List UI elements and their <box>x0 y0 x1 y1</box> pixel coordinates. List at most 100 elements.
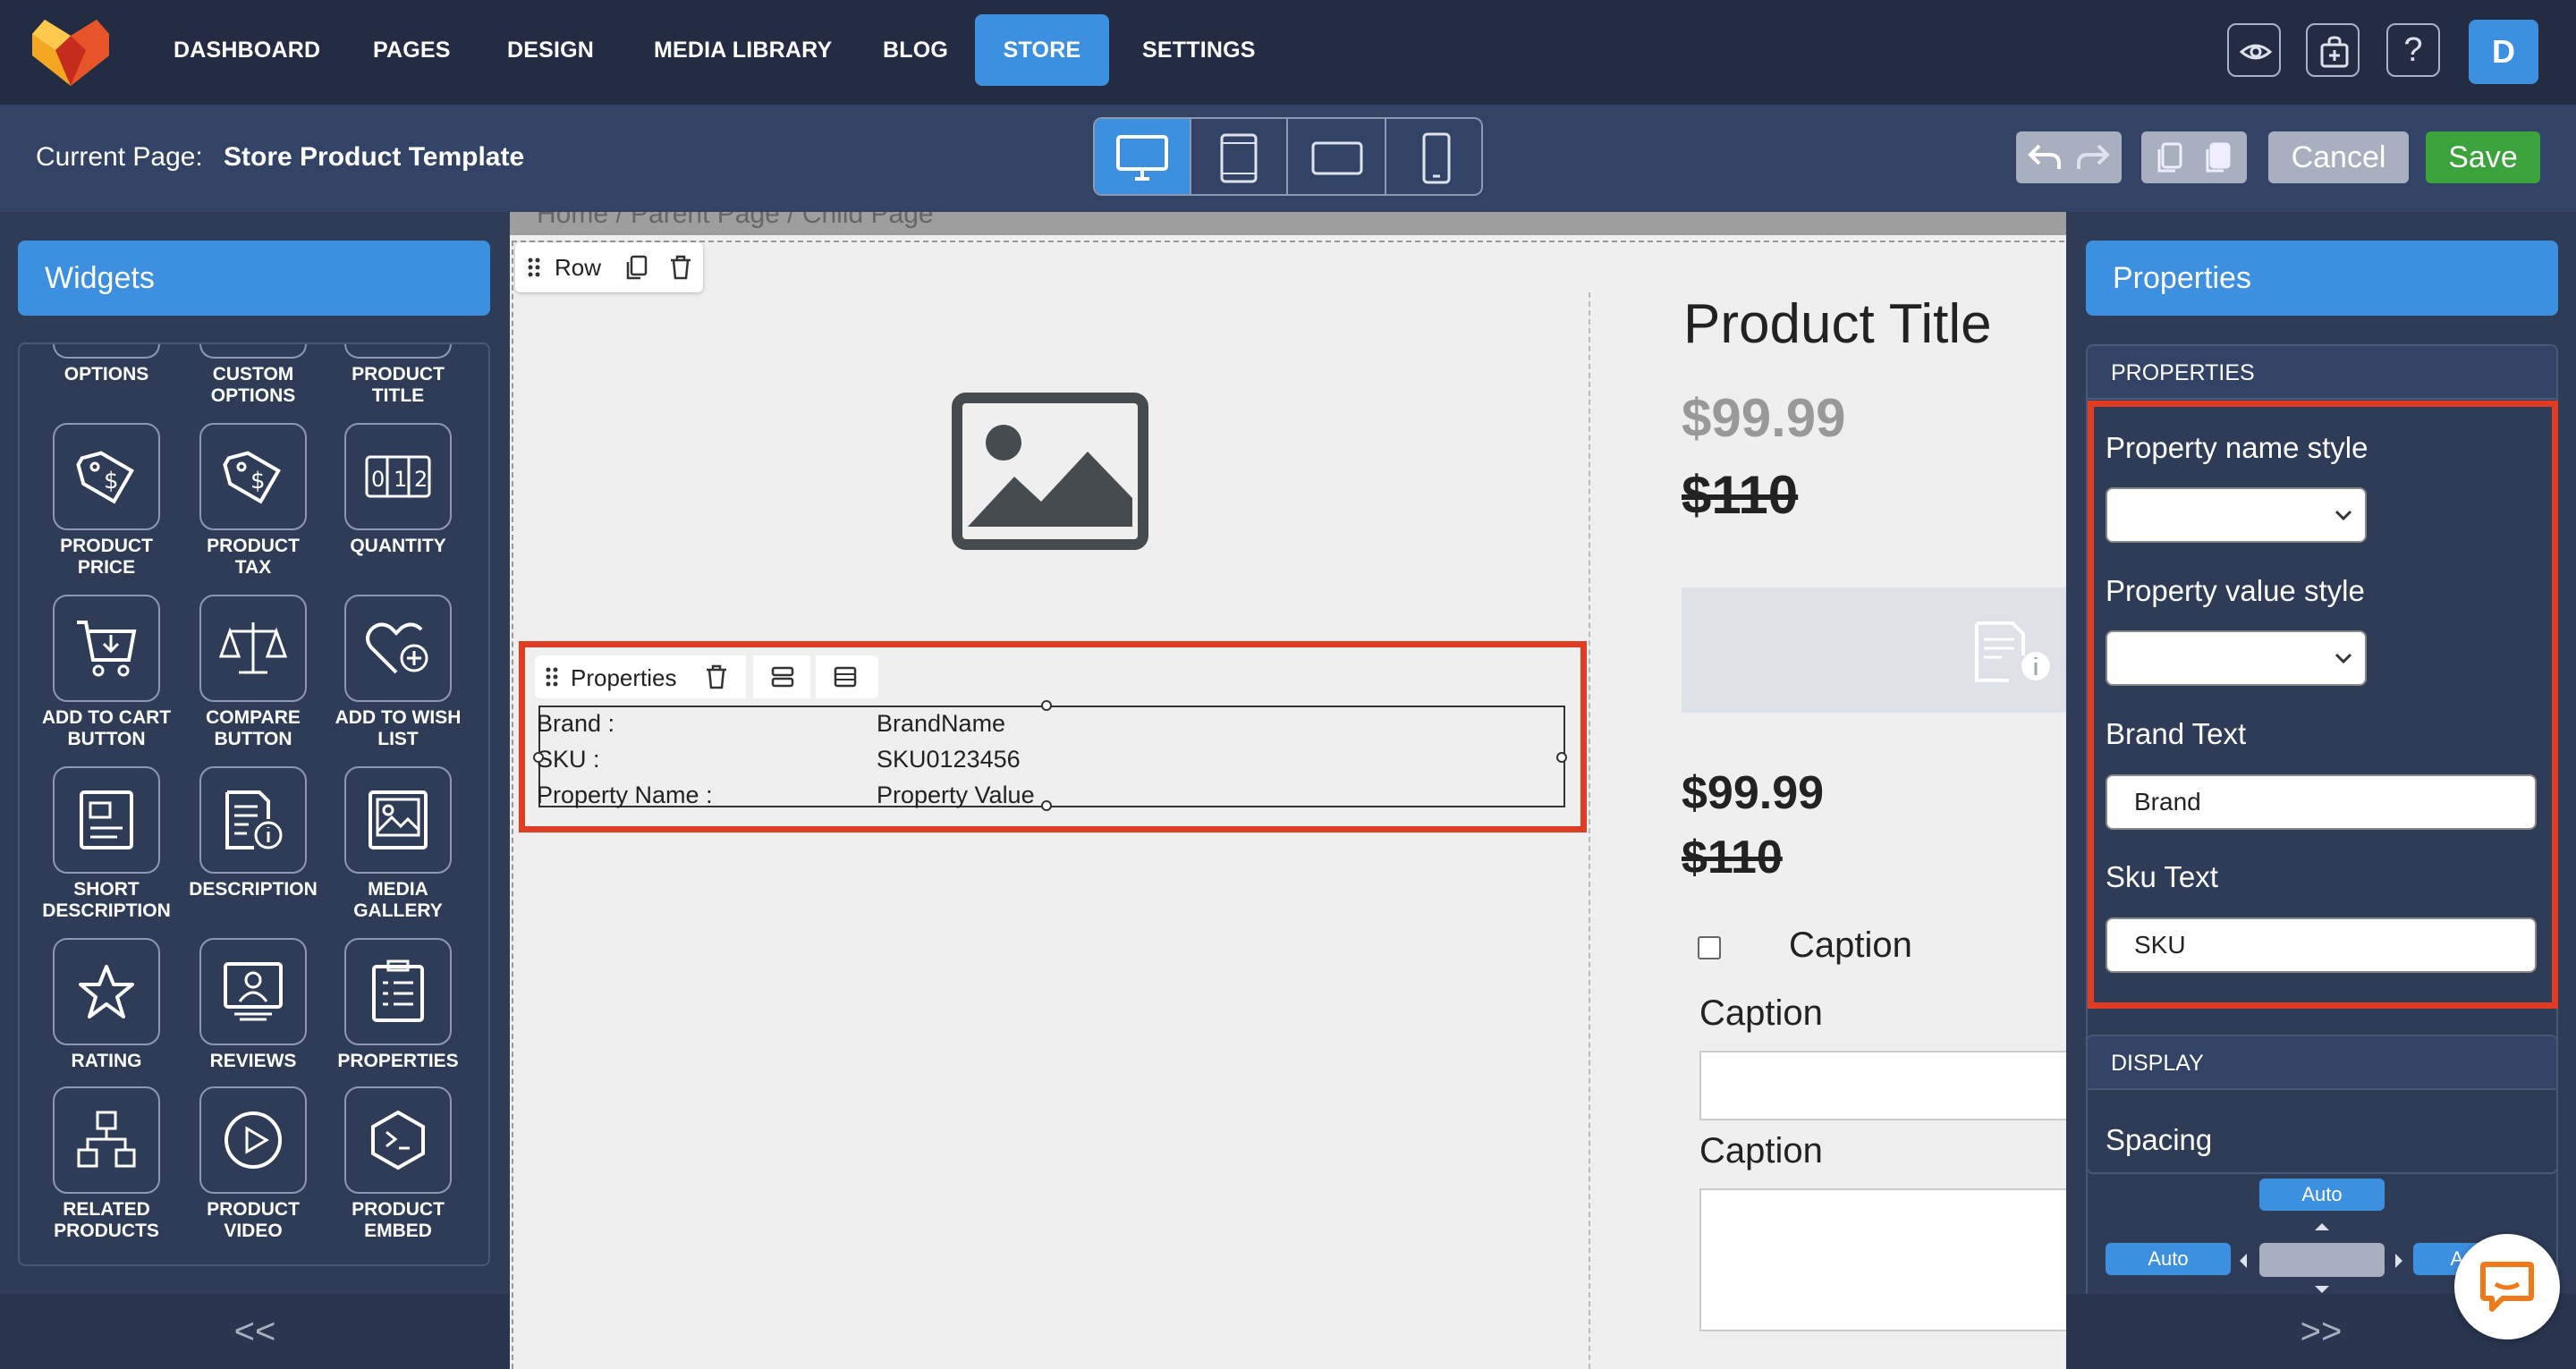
arrow-right-icon <box>2395 1254 2402 1268</box>
spacing-left-input[interactable]: Auto <box>2106 1243 2231 1275</box>
display-section-title[interactable]: DISPLAY <box>2088 1036 2556 1090</box>
sku-text-input[interactable]: SKU <box>2106 917 2537 973</box>
copy-icon[interactable] <box>2154 140 2186 174</box>
nav-blog[interactable]: BLOG <box>883 14 948 86</box>
widget-short-description[interactable]: SHORT DESCRIPTION <box>39 766 174 922</box>
help-button[interactable]: ? <box>2386 23 2440 77</box>
device-desktop-button[interactable] <box>1095 119 1191 194</box>
arrow-left-icon <box>2240 1254 2247 1268</box>
row-toolbar[interactable]: Row <box>515 242 703 292</box>
chat-button[interactable] <box>2454 1234 2560 1339</box>
device-tablet-button[interactable] <box>1191 119 1288 194</box>
properties-panel-title: Properties <box>2086 241 2558 316</box>
widget-properties[interactable]: PROPERTIES <box>331 938 465 1072</box>
editor-canvas[interactable]: Home / Parent Page / Child Page Row Prop… <box>510 212 2066 1369</box>
widget-description[interactable]: DESCRIPTION <box>186 766 320 900</box>
device-phone-button[interactable] <box>1388 119 1481 194</box>
trash-icon[interactable] <box>705 664 728 689</box>
drag-handle-icon[interactable] <box>546 666 558 688</box>
widgets-title: Widgets <box>18 241 490 316</box>
nav-media-library[interactable]: MEDIA LIBRARY <box>654 14 832 86</box>
widget-options[interactable]: OPTIONS <box>39 344 174 385</box>
product-title[interactable]: Product Title <box>1683 292 1992 356</box>
properties-widget-toolbar[interactable]: Properties <box>535 655 878 698</box>
svg-text:2: 2 <box>414 467 428 492</box>
widget-add-to-cart[interactable]: ADD TO CART BUTTON <box>39 595 174 750</box>
store-add-button[interactable] <box>2306 23 2360 77</box>
widget-product-title[interactable]: PRODUCT TITLE <box>331 344 465 407</box>
gallery-icon <box>344 766 452 874</box>
properties-section-title[interactable]: PROPERTIES <box>2088 346 2556 400</box>
nav-dashboard[interactable]: DASHBOARD <box>174 14 320 86</box>
resize-handle[interactable] <box>1041 700 1052 711</box>
undo-icon[interactable] <box>2027 140 2063 174</box>
chevron-down-icon <box>2334 510 2352 521</box>
table-layout-button[interactable] <box>816 655 878 698</box>
product-price-secondary[interactable]: $99.99 <box>1682 766 1824 820</box>
nav-pages[interactable]: PAGES <box>373 14 451 86</box>
product-old-price[interactable]: $110 <box>1682 464 1798 526</box>
drag-handle-icon[interactable] <box>528 257 540 278</box>
widget-related-products[interactable]: RELATED PRODUCTS <box>39 1086 174 1242</box>
cart-icon <box>53 595 160 702</box>
resize-handle[interactable] <box>533 752 544 763</box>
table-row: SKU : SKU0123456 <box>537 746 1021 773</box>
current-page-value: Store Product Template <box>224 142 525 172</box>
option-checkbox[interactable] <box>1698 936 1721 959</box>
embed-icon <box>344 1086 452 1194</box>
spacing-top-input[interactable]: Auto <box>2259 1179 2385 1211</box>
device-switcher <box>1093 117 1483 196</box>
widget-product-embed[interactable]: PRODUCT EMBED <box>331 1086 465 1242</box>
widget-add-to-wish-list[interactable]: ADD TO WISH LIST <box>331 595 465 750</box>
chevron-down-icon <box>2334 653 2352 664</box>
widget-rating[interactable]: RATING <box>39 938 174 1072</box>
save-button[interactable]: Save <box>2426 131 2540 183</box>
breadcrumb-strip: Home / Parent Page / Child Page <box>510 212 2066 235</box>
brand-text-input[interactable]: Brand <box>2106 774 2537 830</box>
breadcrumb[interactable]: Home / Parent Page / Child Page <box>537 212 934 230</box>
property-name-style-select[interactable] <box>2106 487 2367 543</box>
collapse-left-button[interactable]: << <box>0 1294 510 1369</box>
play-icon <box>199 1086 307 1194</box>
widget-custom-options[interactable]: CUSTOM OPTIONS <box>186 344 320 407</box>
product-old-price-secondary[interactable]: $110 <box>1682 831 1783 884</box>
widget-product-video[interactable]: PRODUCT VIDEO <box>186 1086 320 1242</box>
redo-icon[interactable] <box>2075 140 2111 174</box>
option-text-input[interactable] <box>1699 1051 2066 1120</box>
product-image-placeholder[interactable] <box>952 393 1148 554</box>
help-icon: ? <box>2403 31 2423 69</box>
properties-table[interactable]: Brand : BrandName SKU : SKU0123456 Prope… <box>533 700 1567 811</box>
widget-reviews[interactable]: REVIEWS <box>186 938 320 1072</box>
widget-product-tax[interactable]: $ PRODUCT TAX <box>186 423 320 579</box>
star-icon <box>53 938 160 1045</box>
resize-handle[interactable] <box>1556 752 1567 763</box>
product-price[interactable]: $99.99 <box>1682 387 1846 449</box>
cancel-button[interactable]: Cancel <box>2268 131 2409 183</box>
svg-text:0: 0 <box>371 467 385 492</box>
device-tablet-landscape-button[interactable] <box>1290 119 1386 194</box>
widget-product-price[interactable]: $ PRODUCT PRICE <box>39 423 174 579</box>
description-icon <box>1975 621 2050 682</box>
logo-icon[interactable] <box>32 14 109 88</box>
row-layout-button[interactable] <box>753 655 810 698</box>
widget-quantity[interactable]: 012 QUANTITY <box>331 423 465 557</box>
nav-store[interactable]: STORE <box>975 14 1109 86</box>
duplicate-icon[interactable] <box>624 255 648 280</box>
property-value-style-select[interactable] <box>2106 630 2367 686</box>
widget-media-gallery[interactable]: MEDIA GALLERY <box>331 766 465 922</box>
preview-button[interactable] <box>2227 23 2281 77</box>
widget-compare[interactable]: COMPARE BUTTON <box>186 595 320 750</box>
resize-handle[interactable] <box>1041 800 1052 811</box>
widget-list[interactable]: OPTIONS CUSTOM OPTIONS PRODUCT TITLE $ P… <box>18 342 490 1266</box>
nav-design[interactable]: DESIGN <box>507 14 594 86</box>
phone-icon <box>1422 132 1451 184</box>
avatar[interactable]: D <box>2469 20 2538 84</box>
description-icon <box>199 766 307 874</box>
spacing-label: Spacing <box>2106 1123 2213 1156</box>
description-placeholder[interactable] <box>1682 587 2066 713</box>
trash-icon[interactable] <box>669 255 692 280</box>
nav-settings[interactable]: SETTINGS <box>1142 14 1256 86</box>
paste-icon[interactable] <box>2202 140 2234 174</box>
option-textarea[interactable] <box>1699 1188 2066 1331</box>
property-name-style-label: Property name style <box>2106 431 2368 464</box>
